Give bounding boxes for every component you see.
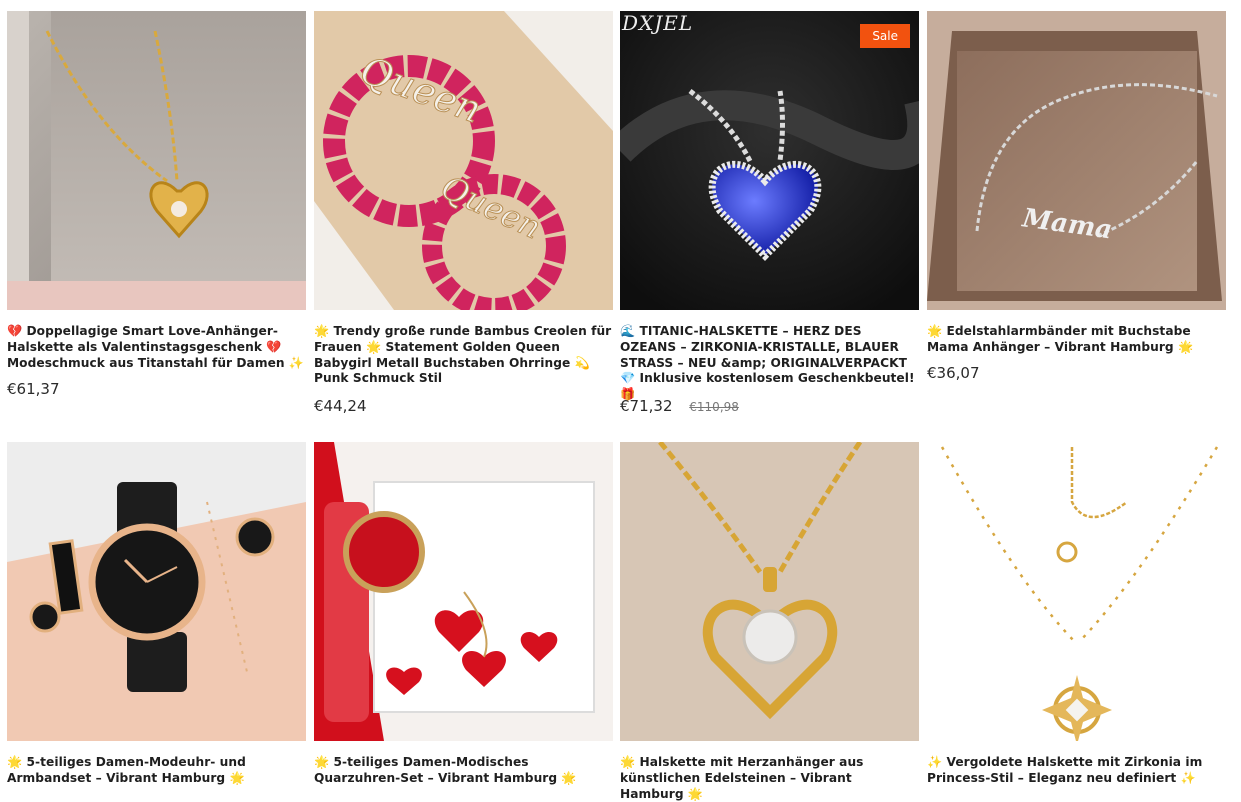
mama-bracelet-image[interactable]: Mama (927, 11, 1226, 310)
product-price: €44,24 (314, 397, 367, 415)
watch-bracelet-set-image[interactable] (7, 442, 306, 741)
gold-heart-necklace-image[interactable] (7, 11, 306, 310)
product-title[interactable]: 🌟 Trendy große runde Bambus Creolen für … (314, 324, 613, 387)
product-title[interactable]: 💔 Doppellagige Smart Love-Anhänger-Halsk… (7, 324, 306, 371)
price-block: €44,24 (314, 397, 367, 415)
brand-watermark: DXJEL (622, 11, 694, 35)
product-price: €71,32 (620, 397, 673, 415)
sun-pendant-necklace-image[interactable] (927, 442, 1226, 741)
product-price: €61,37 (7, 380, 60, 398)
product-price: €36,07 (927, 364, 980, 382)
sale-badge: Sale (860, 24, 910, 48)
price-block: €71,32 €110,98 (620, 397, 739, 415)
product-title[interactable]: 🌟 Edelstahlarmbänder mit Buchstabe Mama … (927, 324, 1226, 356)
product-title[interactable]: ✨ Vergoldete Halskette mit Zirkonia im P… (927, 755, 1226, 787)
price-block: €61,37 (7, 380, 60, 398)
price-block: €36,07 (927, 364, 980, 382)
blue-heart-necklace-image[interactable]: DXJEL Sale (620, 11, 919, 310)
queen-hoop-earrings-image[interactable]: Queen Queen (314, 11, 613, 310)
product-title[interactable]: 🌟 5-teiliges Damen-Modisches Quarzuhren-… (314, 755, 613, 787)
product-title[interactable]: 🌟 5-teiliges Damen-Modeuhr- und Armbands… (7, 755, 306, 787)
gold-heart-pendant-image[interactable] (620, 442, 919, 741)
product-title[interactable]: 🌟 Halskette mit Herzanhänger aus künstli… (620, 755, 919, 802)
red-watch-set-image[interactable] (314, 442, 613, 741)
compare-at-price: €110,98 (689, 400, 739, 414)
product-title[interactable]: 🌊 TITANIC-HALSKETTE – HERZ DES OZEANS – … (620, 324, 919, 403)
